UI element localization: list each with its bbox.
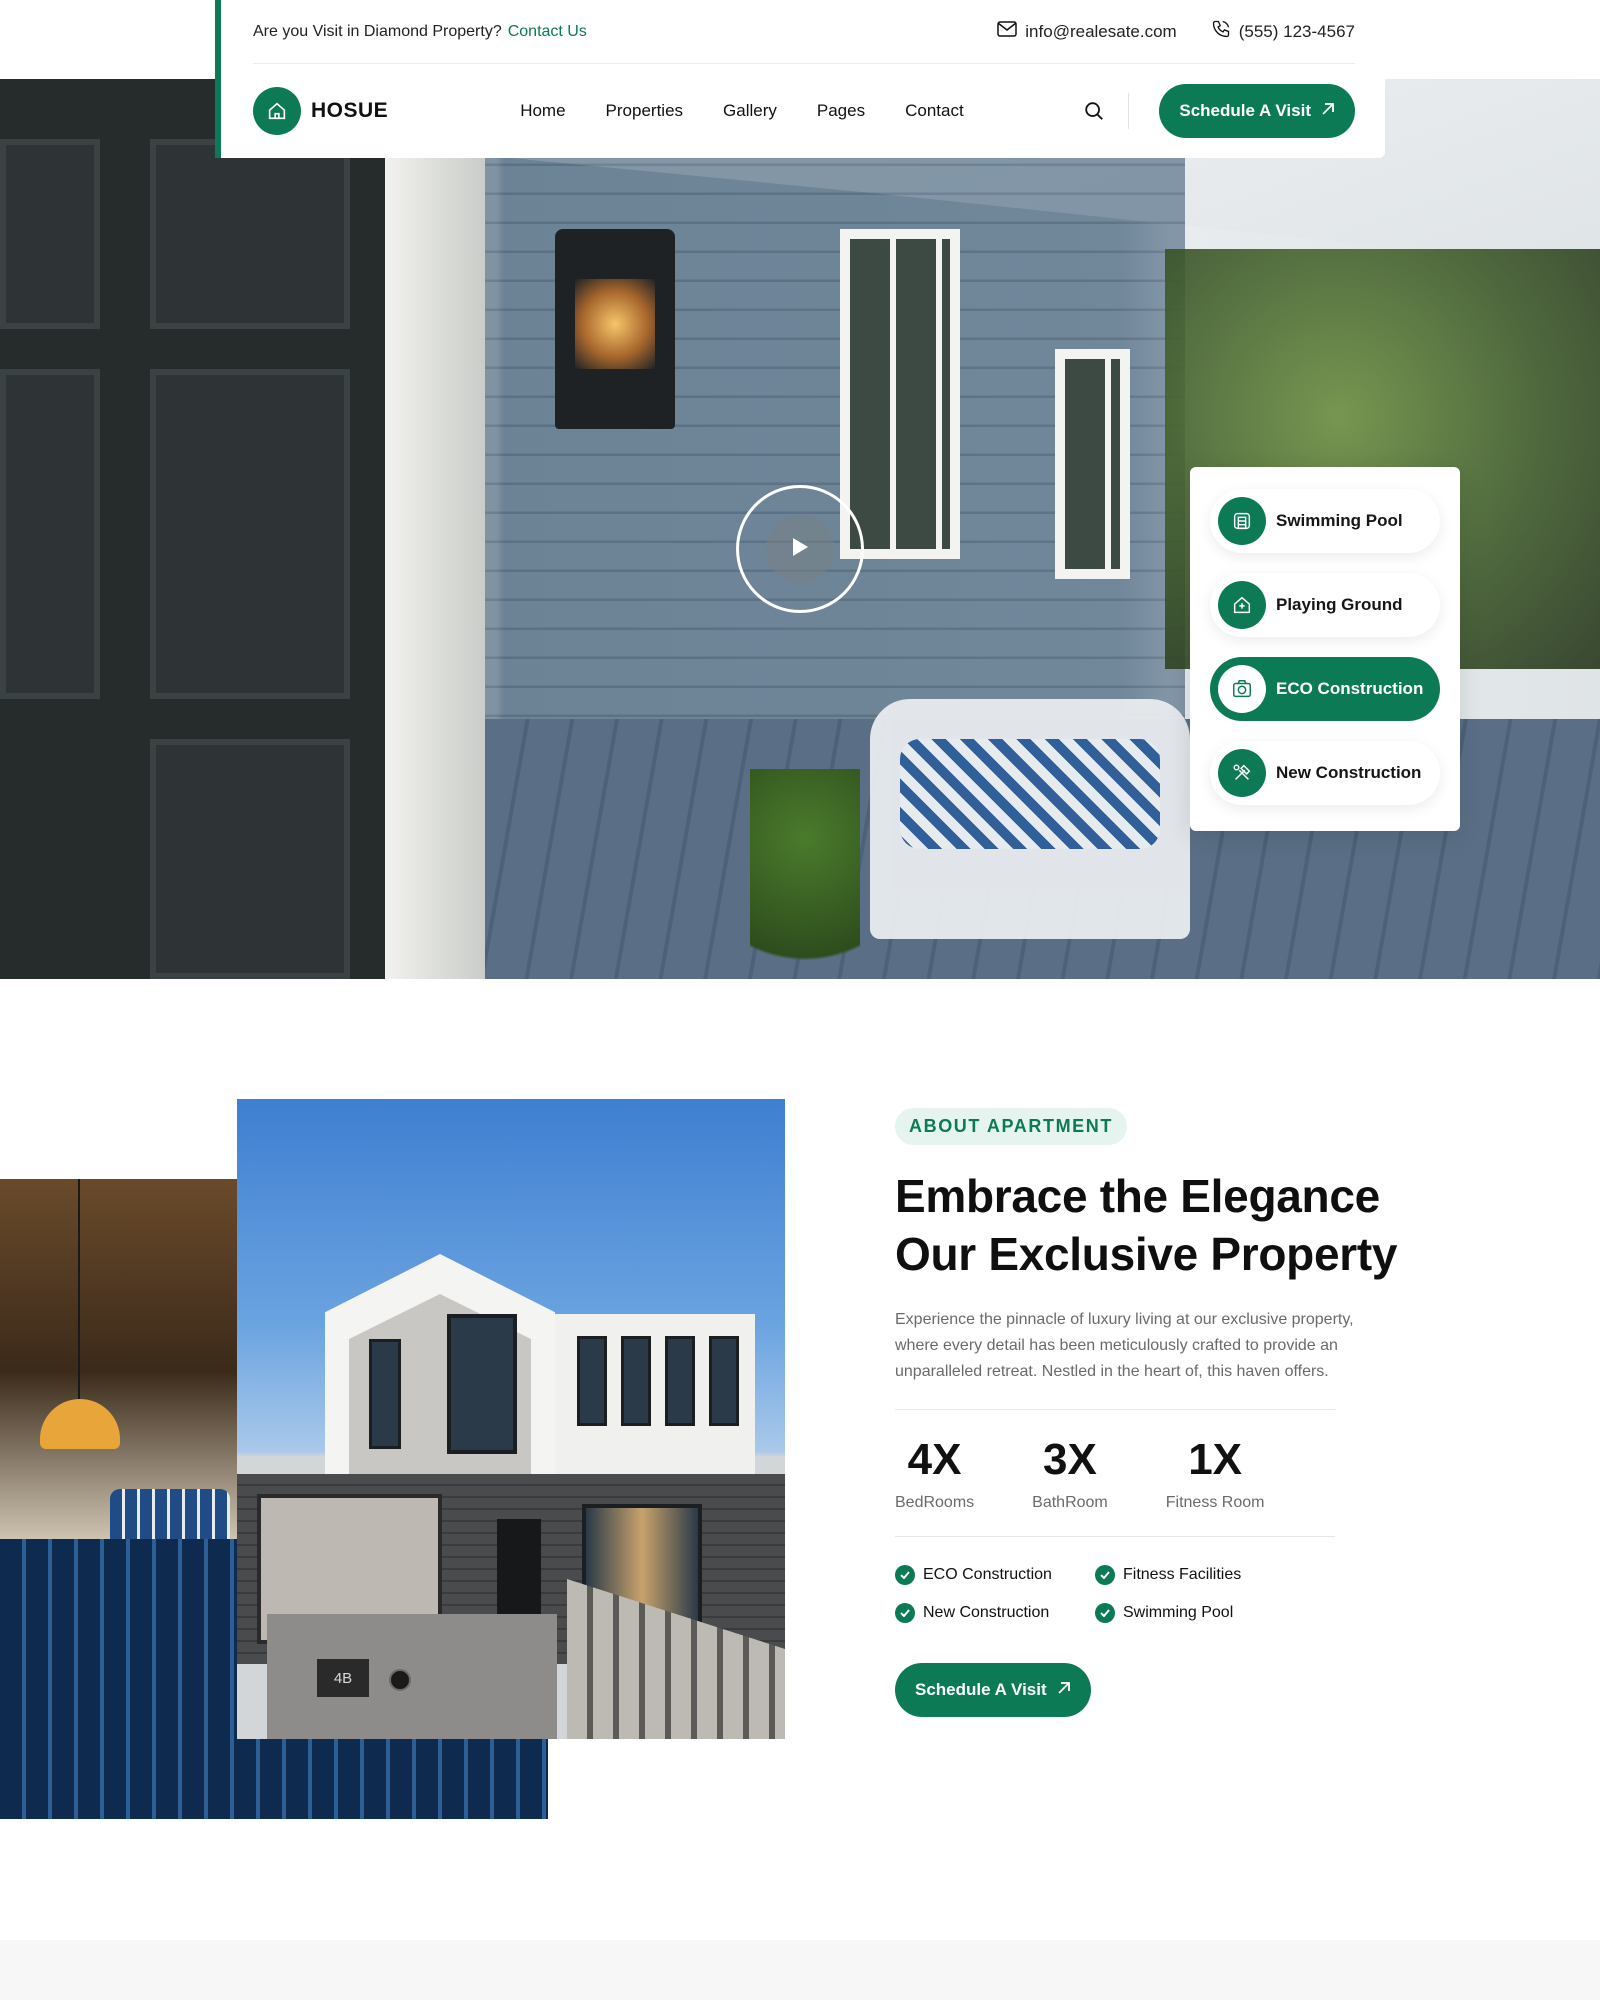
visit-question: Are you Visit in Diamond Property? <box>253 22 502 40</box>
search-icon[interactable] <box>1078 95 1110 127</box>
nav-pages[interactable]: Pages <box>817 101 865 121</box>
nav-row: HOSUE Home Properties Gallery Pages Cont… <box>253 64 1355 158</box>
porch-window <box>840 229 960 559</box>
nav-home[interactable]: Home <box>520 101 565 121</box>
building-icon <box>1218 497 1266 545</box>
mailbox: 4B <box>267 1614 557 1739</box>
house-image: 4B <box>237 1099 785 1739</box>
next-section-band <box>0 1940 1600 2000</box>
mail-icon <box>997 21 1018 42</box>
phone-text: (555) 123-4567 <box>1238 21 1355 41</box>
about-schedule-visit-button[interactable]: Schedule A Visit <box>895 1663 1091 1717</box>
amenity-item: New Construction <box>895 1603 1095 1623</box>
tools-icon <box>1218 749 1266 797</box>
about-badge: ABOUT APARTMENT <box>895 1108 1127 1145</box>
stat-fitness-room: 1X Fitness Room <box>1166 1434 1265 1512</box>
check-icon <box>895 1565 915 1585</box>
feature-new-construction[interactable]: New Construction <box>1210 741 1440 805</box>
porch-window-small <box>1055 349 1130 579</box>
contact-us-link[interactable]: Contact Us <box>508 23 587 41</box>
mailbox-number: 4B <box>333 1670 353 1687</box>
check-icon <box>1095 1565 1115 1585</box>
stat-label: BedRooms <box>895 1494 975 1511</box>
site-header: Are you Visit in Diamond Property? Conta… <box>215 0 1385 158</box>
check-icon <box>895 1603 915 1623</box>
logo[interactable]: HOSUE <box>253 87 388 135</box>
schedule-visit-button[interactable]: Schedule A Visit <box>1159 84 1355 138</box>
arrow-up-right-icon <box>1321 101 1335 121</box>
camera-box-icon <box>1218 665 1266 713</box>
feature-label: New Construction <box>1276 763 1422 782</box>
amenity-item: Swimming Pool <box>1095 1603 1295 1623</box>
about-title-line2: Our Exclusive Property <box>895 1228 1398 1280</box>
check-icon <box>1095 1603 1115 1623</box>
feature-label: Playing Ground <box>1276 595 1403 614</box>
features-card: Swimming Pool Playing Ground ECO Constru… <box>1190 467 1460 831</box>
home-icon <box>253 87 301 135</box>
stat-value: 4X <box>907 1435 962 1484</box>
email-text: info@realesate.com <box>1025 21 1177 41</box>
feature-label: ECO Construction <box>1276 679 1424 698</box>
top-bar: Are you Visit in Diamond Property? Conta… <box>253 0 1355 64</box>
play-icon <box>790 536 810 563</box>
feature-playing-ground[interactable]: Playing Ground <box>1210 573 1440 637</box>
amenity-item: ECO Construction <box>895 1565 1095 1585</box>
arrow-up-right-icon <box>1057 1680 1071 1700</box>
stat-label: BathRoom <box>1032 1494 1108 1511</box>
front-door <box>0 79 385 979</box>
amenity-label: New Construction <box>923 1604 1050 1621</box>
divider <box>1128 93 1130 129</box>
stat-bathroom: 3X BathRoom <box>1032 1434 1108 1512</box>
play-button[interactable] <box>766 515 834 583</box>
phone-info[interactable]: (555) 123-4567 <box>1211 19 1355 44</box>
nav-properties[interactable]: Properties <box>606 101 683 121</box>
schedule-visit-label: Schedule A Visit <box>915 1680 1047 1699</box>
stat-value: 1X <box>1188 1435 1243 1484</box>
amenity-label: Swimming Pool <box>1123 1604 1234 1621</box>
about-section: ABOUT APARTMENT Embrace the Elegance Our… <box>895 1108 1415 1717</box>
door-frame <box>385 79 485 979</box>
amenity-item: Fitness Facilities <box>1095 1565 1295 1585</box>
feature-label: Swimming Pool <box>1276 511 1403 530</box>
about-title-line1: Embrace the Elegance <box>895 1170 1380 1222</box>
amenities-list: ECO Construction Fitness Facilities New … <box>895 1565 1415 1623</box>
email-info[interactable]: info@realesate.com <box>997 21 1177 42</box>
house-plus-icon <box>1218 581 1266 629</box>
divider <box>895 1536 1335 1537</box>
stat-label: Fitness Room <box>1165 1494 1265 1511</box>
hero-section: Swimming Pool Playing Ground ECO Constru… <box>0 79 1600 979</box>
phone-icon <box>1211 19 1231 44</box>
schedule-visit-label: Schedule A Visit <box>1179 101 1311 120</box>
feature-eco-construction[interactable]: ECO Construction <box>1210 657 1440 721</box>
main-nav: Home Properties Gallery Pages Contact <box>520 101 964 121</box>
stat-value: 3X <box>1043 1435 1097 1484</box>
feature-swimming-pool[interactable]: Swimming Pool <box>1210 489 1440 553</box>
nav-contact[interactable]: Contact <box>905 101 964 121</box>
nav-gallery[interactable]: Gallery <box>723 101 777 121</box>
nav-actions: Schedule A Visit <box>1078 84 1355 138</box>
logo-text: HOSUE <box>311 99 389 122</box>
wicker-bench <box>870 699 1190 939</box>
stat-bedrooms: 4X BedRooms <box>895 1434 974 1512</box>
divider <box>895 1409 1335 1410</box>
potted-plant <box>750 769 860 979</box>
amenity-label: ECO Construction <box>923 1566 1052 1583</box>
about-title: Embrace the Elegance Our Exclusive Prope… <box>895 1167 1415 1283</box>
about-description: Experience the pinnacle of luxury living… <box>895 1311 1354 1380</box>
stats-row: 4X BedRooms 3X BathRoom 1X Fitness Room <box>895 1434 1415 1512</box>
amenity-label: Fitness Facilities <box>1123 1566 1242 1583</box>
lantern-glow <box>575 279 655 369</box>
